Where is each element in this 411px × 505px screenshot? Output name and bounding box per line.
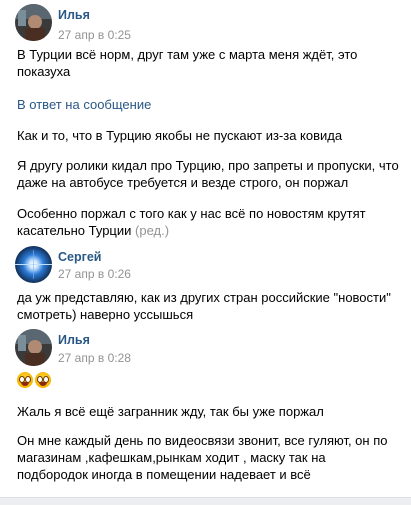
message-text-body: Особенно поржал с того как у нас всё по … [17,206,366,238]
reply-link[interactable]: В ответ на сообщение [17,97,151,112]
author-name[interactable]: Сергей [58,250,101,264]
message-text: Жаль я всё ещё загранник жду, так бы уже… [17,404,324,419]
message-text: Я другу ролики кидал про Турцию, про зап… [17,158,399,190]
chat-history: Илья 27 апр в 0:25 В Турции всё норм, др… [0,0,411,498]
avatar[interactable] [15,4,52,41]
message-time[interactable]: 27 апр в 0:28 [58,351,131,365]
author-name[interactable]: Илья [58,8,90,22]
astonished-face-emoji-icon [35,372,51,388]
avatar[interactable] [15,329,52,366]
message-text: Он мне каждый день по видеосвязи звонит,… [17,433,388,482]
message-text: Как и то, что в Турцию якобы не пускают … [17,128,343,143]
message-text: В Турции всё норм, друг там уже с марта … [17,47,358,79]
message-text: Особенно поржал с того как у нас всё по … [17,205,399,239]
author-name[interactable]: Илья [58,333,90,347]
message-time[interactable]: 27 апр в 0:25 [58,28,131,42]
message-time[interactable]: 27 апр в 0:26 [58,267,131,281]
astonished-face-emoji-icon [17,372,33,388]
edited-label[interactable]: (ред.) [135,223,169,238]
avatar[interactable] [15,246,52,283]
message-text: да уж представляю, как из других стран р… [17,290,391,322]
